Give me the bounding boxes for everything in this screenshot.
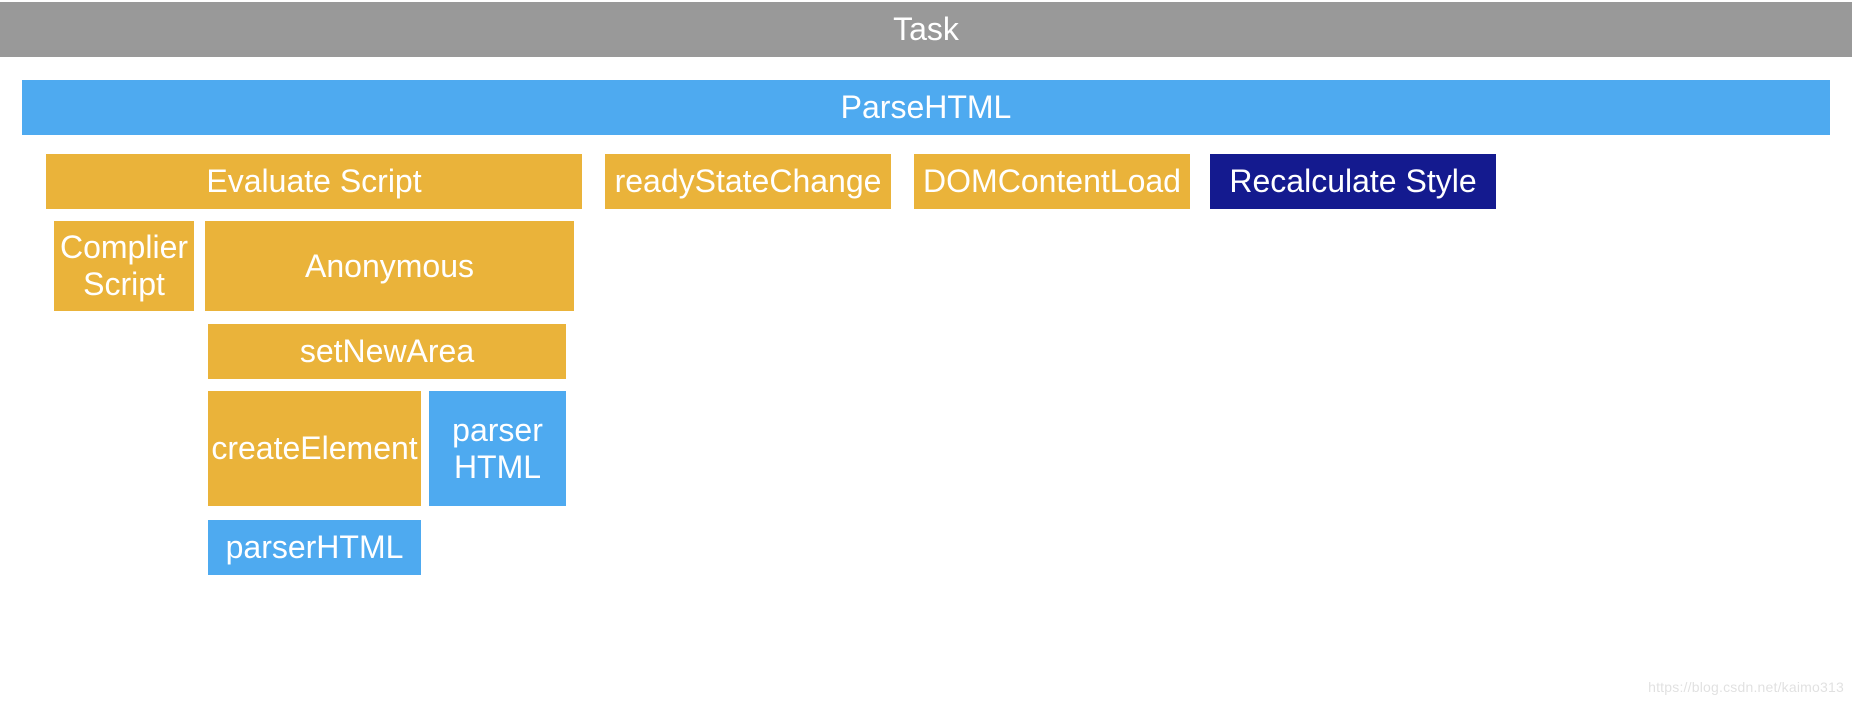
evaluate-script-label: Evaluate Script	[206, 163, 421, 200]
recalculate-style-bar: Recalculate Style	[1210, 154, 1496, 209]
ready-state-change-label: readyStateChange	[615, 163, 882, 200]
parser-html-bar: parserHTML	[208, 520, 421, 575]
parser-html-label: parserHTML	[226, 529, 404, 566]
task-bar: Task	[0, 2, 1852, 57]
compiler-script-bar: Complier Script	[54, 221, 194, 311]
ready-state-change-bar: readyStateChange	[605, 154, 891, 209]
create-element-bar: createElement	[208, 391, 421, 506]
evaluate-script-bar: Evaluate Script	[46, 154, 582, 209]
dom-content-load-bar: DOMContentLoad	[914, 154, 1190, 209]
anonymous-label: Anonymous	[305, 248, 474, 285]
task-label: Task	[893, 11, 959, 48]
create-element-label: createElement	[211, 430, 417, 467]
recalculate-style-label: Recalculate Style	[1229, 163, 1476, 200]
parse-html-label: ParseHTML	[841, 89, 1012, 126]
compiler-script-label: Complier Script	[60, 229, 188, 303]
anonymous-bar: Anonymous	[205, 221, 574, 311]
parse-html-bar: ParseHTML	[22, 80, 1830, 135]
watermark: https://blog.csdn.net/kaimo313	[1648, 679, 1844, 695]
set-new-area-label: setNewArea	[300, 333, 474, 370]
parser-html-small-label: parser HTML	[439, 412, 556, 486]
parser-html-small-bar: parser HTML	[429, 391, 566, 506]
set-new-area-bar: setNewArea	[208, 324, 566, 379]
dom-content-load-label: DOMContentLoad	[923, 163, 1181, 200]
